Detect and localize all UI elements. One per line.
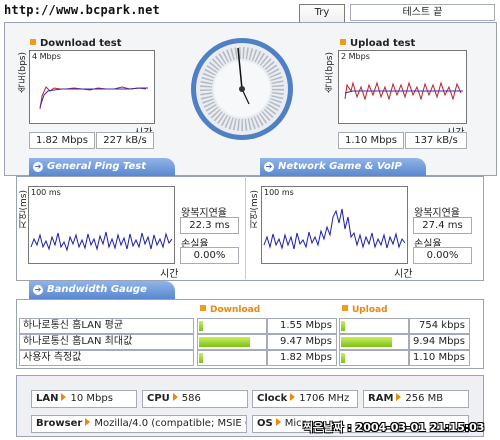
download-bar-fill (199, 337, 251, 347)
upload-title: Upload test (340, 38, 415, 49)
download-bar (197, 334, 267, 350)
clock-info: Clock 1706 MHz (252, 390, 358, 408)
upload-bar (339, 318, 409, 334)
triangle-right-icon (172, 393, 178, 401)
ram-info: RAM 256 MB (363, 390, 469, 408)
gauge-download-header: Download (200, 305, 260, 315)
arrow-right-icon: ➔ (264, 162, 274, 172)
upload-bar (339, 334, 409, 350)
tab-network-voip[interactable]: ➔Network Game & VoIP Test (260, 158, 426, 190)
download-marker-icon (30, 39, 36, 45)
gauge-row-label: 사용자 측정값 (19, 350, 194, 366)
test-end-field: 테스트 끝 (350, 4, 495, 21)
triangle-right-icon (396, 393, 402, 401)
arrow-right-icon: ➔ (33, 285, 43, 295)
triangle-right-icon (61, 393, 67, 401)
download-bar (197, 350, 267, 366)
gauge-upload-header: Upload (342, 305, 388, 315)
upload-graph-svg (344, 81, 463, 101)
upload-axis-label: 속도(bps) (325, 52, 335, 94)
download-panel: Download test 속도(bps) 4 Mbps 시간 1.82 Mbp… (16, 34, 156, 162)
lan-info: LAN 10 Mbps (31, 390, 137, 408)
site-url: http://www.bcpark.net (4, 3, 160, 17)
triangle-right-icon (275, 418, 281, 426)
tab-general-ping[interactable]: ➔ General Ping Test (29, 158, 175, 176)
upload-bar-fill (341, 337, 393, 347)
download-value: 1.82 Mbps (267, 350, 337, 366)
ping-right-graph: 100 ms (261, 186, 408, 264)
ping-left-loss-field: 0.00% (180, 247, 239, 264)
arrow-right-icon: ➔ (33, 162, 43, 172)
download-graph: 4 Mbps (29, 50, 155, 124)
download-bar-fill (199, 353, 203, 363)
ping-left-rtt-field: 22.3 ms (180, 217, 239, 234)
upload-bar-fill (341, 353, 345, 363)
upload-panel: Upload test 속도(bps) 2 Mbps 시간 1.10 Mbps … (325, 34, 472, 162)
upload-value: 1.10 Mbps (409, 350, 470, 366)
browser-info: Browser Mozilla/4.0 (compatible; MSIE 6.0 (31, 415, 247, 433)
upload-kbs-field: 137 kB/s (405, 132, 467, 149)
ping-divider (245, 176, 246, 279)
upload-value: 754 kbps (409, 318, 470, 334)
download-marker-icon (200, 305, 206, 311)
download-mbps-field: 1.82 Mbps (29, 132, 95, 149)
download-bar (197, 318, 267, 334)
triangle-right-icon (85, 418, 91, 426)
triangle-right-icon (290, 393, 296, 401)
upload-bar-fill (341, 321, 345, 331)
tab-bandwidth-gauge[interactable]: ➔ Bandwidth Gauge (29, 281, 175, 299)
date-watermark: 찍은날짜 : 2004-03-01 21:15:03 (303, 421, 485, 434)
download-title: Download test (30, 38, 122, 49)
ping-left-svg (30, 231, 173, 252)
upload-bar (339, 350, 409, 366)
cpu-info: CPU 586 (142, 390, 248, 408)
download-graph-svg (39, 86, 148, 110)
upload-graph: 2 Mbps (338, 50, 467, 124)
upload-marker-icon (340, 39, 346, 45)
ping-right-loss-field: 0.00% (413, 247, 472, 264)
download-value: 1.55 Mbps (267, 318, 337, 334)
upload-mbps-field: 1.10 Mbps (338, 132, 404, 149)
download-axis-label: 속도(bps) (18, 52, 28, 94)
ping-left-graph: 100 ms (28, 186, 175, 264)
speed-gauge-dial (191, 38, 293, 140)
download-value: 9.47 Mbps (267, 334, 337, 350)
gauge-row-label: 하나로통신 홈LAN 평균 (19, 318, 194, 334)
upload-value: 9.94 Mbps (409, 334, 470, 350)
ping-left-time-label: 시간 (160, 269, 179, 280)
download-bar-fill (199, 321, 203, 331)
ping-right-rtt-field: 27.4 ms (413, 217, 472, 234)
upload-marker-icon (342, 305, 348, 311)
ping-right-time-label: 시간 (394, 269, 413, 280)
ping-right-axis-label: 지연(ms) (250, 190, 260, 229)
gauge-row-label: 하나로통신 홈LAN 최대값 (19, 334, 194, 350)
ping-right-svg (263, 208, 406, 250)
download-kbs-field: 227 kB/s (96, 132, 154, 149)
